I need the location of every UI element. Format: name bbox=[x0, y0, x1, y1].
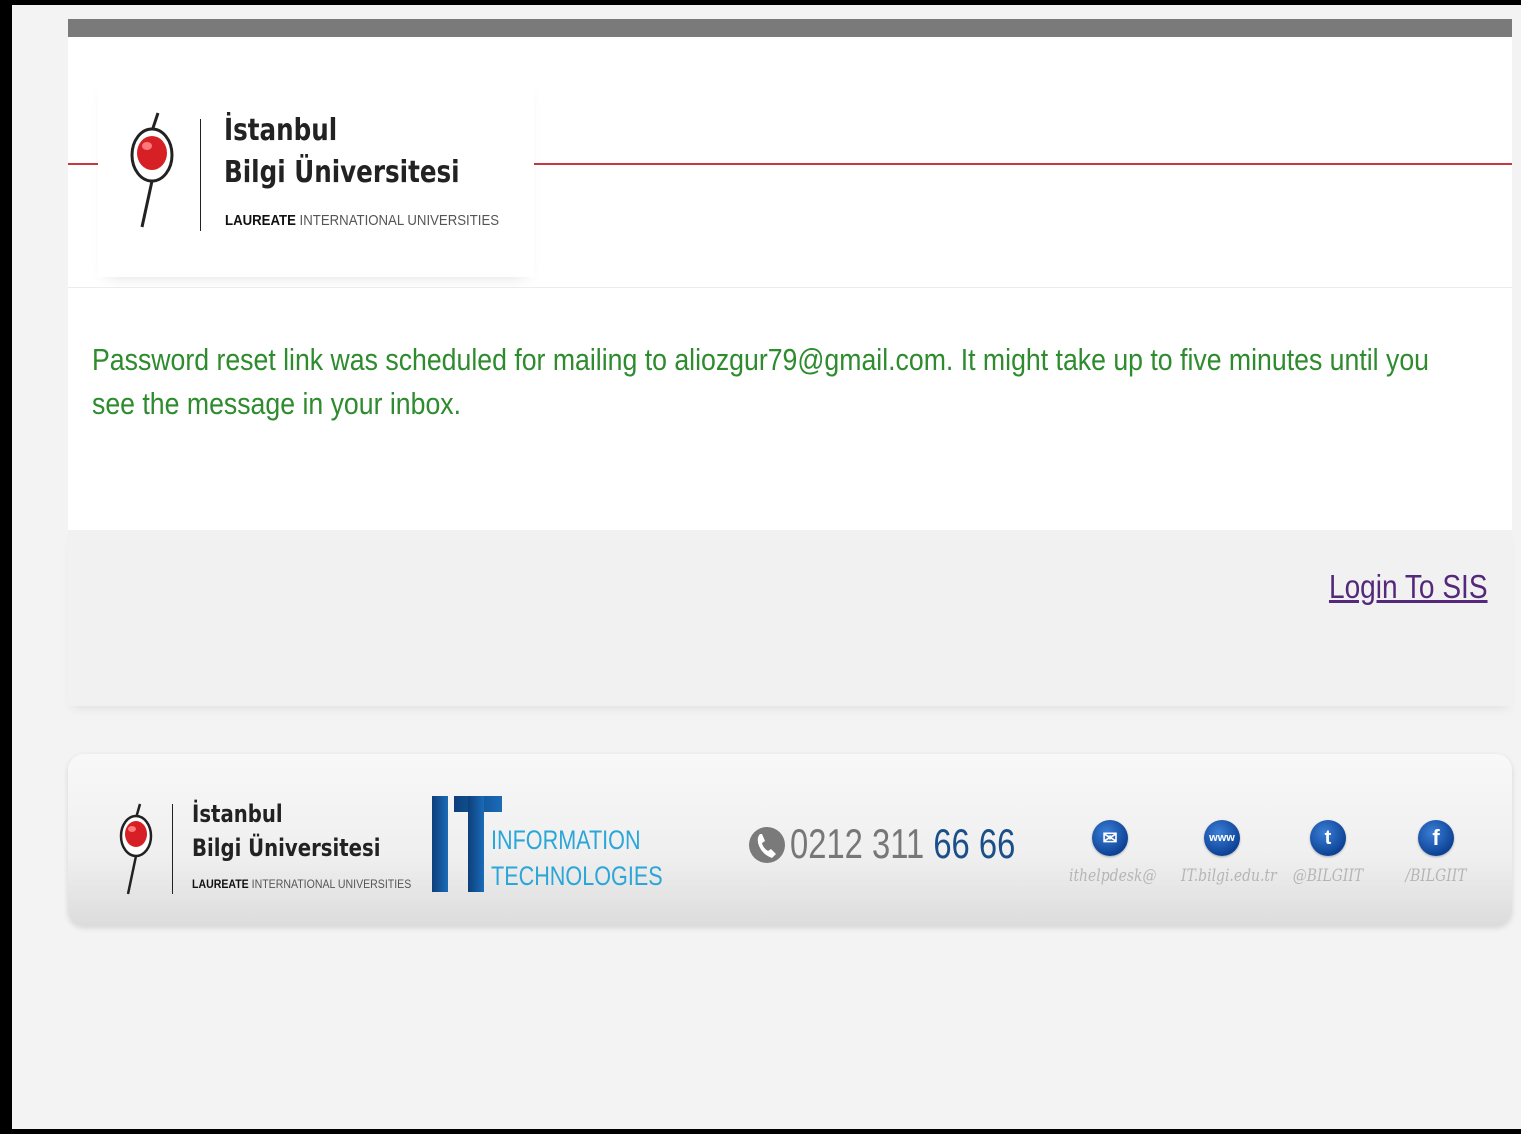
login-area: Login To SIS bbox=[68, 530, 1512, 706]
social-twitter[interactable]: t @BILGIIT bbox=[1278, 820, 1378, 886]
phone-suffix: 66 66 bbox=[933, 820, 1016, 867]
it-line1: INFORMATION bbox=[491, 825, 641, 855]
footer-logo-tag-rest: INTERNATIONAL UNIVERSITIES bbox=[248, 877, 412, 891]
logo-tagline: LAUREATE INTERNATIONAL UNIVERSITIES bbox=[225, 212, 499, 229]
phone-icon bbox=[749, 827, 785, 863]
footer-bilgi-logo-icon bbox=[119, 803, 153, 895]
footer-logo-tag-bold: LAUREATE bbox=[192, 877, 249, 891]
mail-icon: ✉ bbox=[1092, 820, 1128, 856]
footer: İstanbul Bilgi Üniversitesi LAUREATE INT… bbox=[68, 754, 1512, 926]
social-facebook[interactable]: f /BILGIIT bbox=[1386, 820, 1486, 886]
footer-logo-name-line2: Bilgi Üniversitesi bbox=[192, 834, 381, 862]
logo-name-line1: İstanbul bbox=[224, 113, 338, 148]
phone-number: 0212 311 66 66 bbox=[790, 820, 1015, 868]
www-icon: www bbox=[1204, 820, 1240, 856]
bilgi-logo-icon bbox=[130, 112, 174, 228]
header-red-line-right bbox=[534, 163, 1512, 165]
top-bar bbox=[68, 19, 1512, 37]
phone-prefix: 0212 311 bbox=[790, 820, 934, 867]
success-message: Password reset link was scheduled for ma… bbox=[92, 342, 1429, 421]
it-logo-text: IT bbox=[432, 794, 433, 795]
it-line2: TECHNOLOGIES bbox=[491, 861, 663, 891]
message-panel: Password reset link was scheduled for ma… bbox=[68, 287, 1512, 531]
logo-tag-rest: INTERNATIONAL UNIVERSITIES bbox=[295, 212, 500, 229]
logo-divider bbox=[200, 119, 201, 231]
footer-logo-name-line1: İstanbul bbox=[192, 800, 283, 828]
university-logo: İstanbul Bilgi Üniversitesi LAUREATE INT… bbox=[98, 75, 534, 277]
header-red-line-left bbox=[68, 163, 100, 165]
footer-logo-tagline: LAUREATE INTERNATIONAL UNIVERSITIES bbox=[192, 877, 411, 891]
page: İstanbul Bilgi Üniversitesi LAUREATE INT… bbox=[68, 19, 1512, 1119]
footer-logo-divider bbox=[172, 804, 173, 894]
social-web[interactable]: www IT.bilgi.edu.tr bbox=[1172, 820, 1277, 886]
social-email-label: ithelpdesk@ bbox=[1069, 866, 1157, 886]
logo-tag-bold: LAUREATE bbox=[225, 212, 296, 229]
browser-frame: İstanbul Bilgi Üniversitesi LAUREATE INT… bbox=[0, 0, 1521, 1134]
social-email[interactable]: ✉ ithelpdesk@ bbox=[1060, 820, 1160, 886]
it-department-name: INFORMATION TECHNOLOGIES bbox=[491, 822, 663, 894]
social-facebook-label: /BILGIIT bbox=[1405, 866, 1467, 886]
social-web-label: IT.bilgi.edu.tr bbox=[1181, 866, 1277, 886]
twitter-icon: t bbox=[1310, 820, 1346, 856]
logo-name-line2: Bilgi Üniversitesi bbox=[224, 155, 460, 190]
facebook-icon: f bbox=[1418, 820, 1454, 856]
header: İstanbul Bilgi Üniversitesi LAUREATE INT… bbox=[68, 37, 1512, 287]
social-twitter-label: @BILGIIT bbox=[1292, 866, 1364, 886]
login-to-sis-link[interactable]: Login To SIS bbox=[1329, 568, 1488, 606]
